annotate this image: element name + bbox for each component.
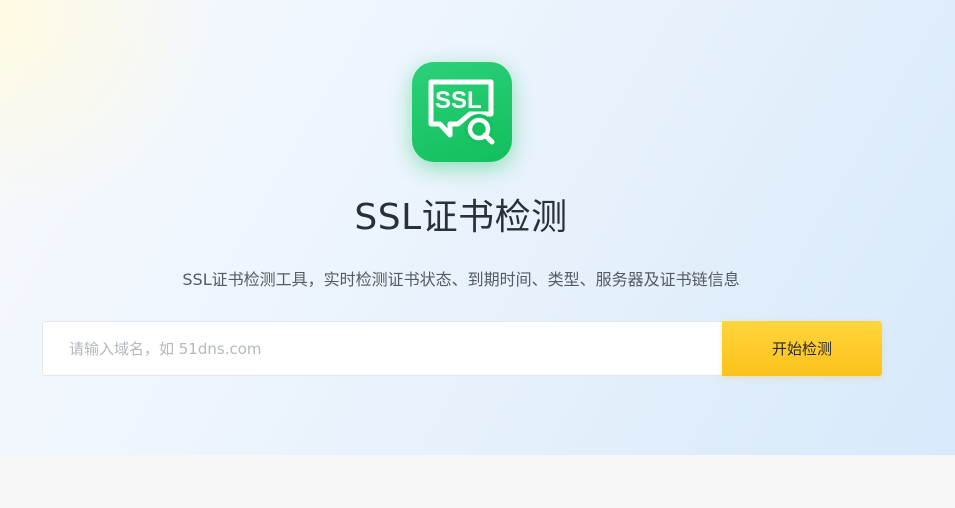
ssl-logo: SSL bbox=[412, 62, 512, 162]
search-form: 开始检测 bbox=[42, 321, 882, 376]
domain-input[interactable] bbox=[42, 321, 722, 376]
logo-text: SSL bbox=[435, 87, 482, 114]
start-check-button[interactable]: 开始检测 bbox=[722, 321, 882, 376]
page-subtitle: SSL证书检测工具，实时检测证书状态、到期时间、类型、服务器及证书链信息 bbox=[182, 270, 740, 289]
page-title: SSL证书检测 bbox=[354, 197, 568, 238]
content-area bbox=[0, 455, 955, 508]
ssl-search-icon: SSL bbox=[428, 79, 495, 145]
